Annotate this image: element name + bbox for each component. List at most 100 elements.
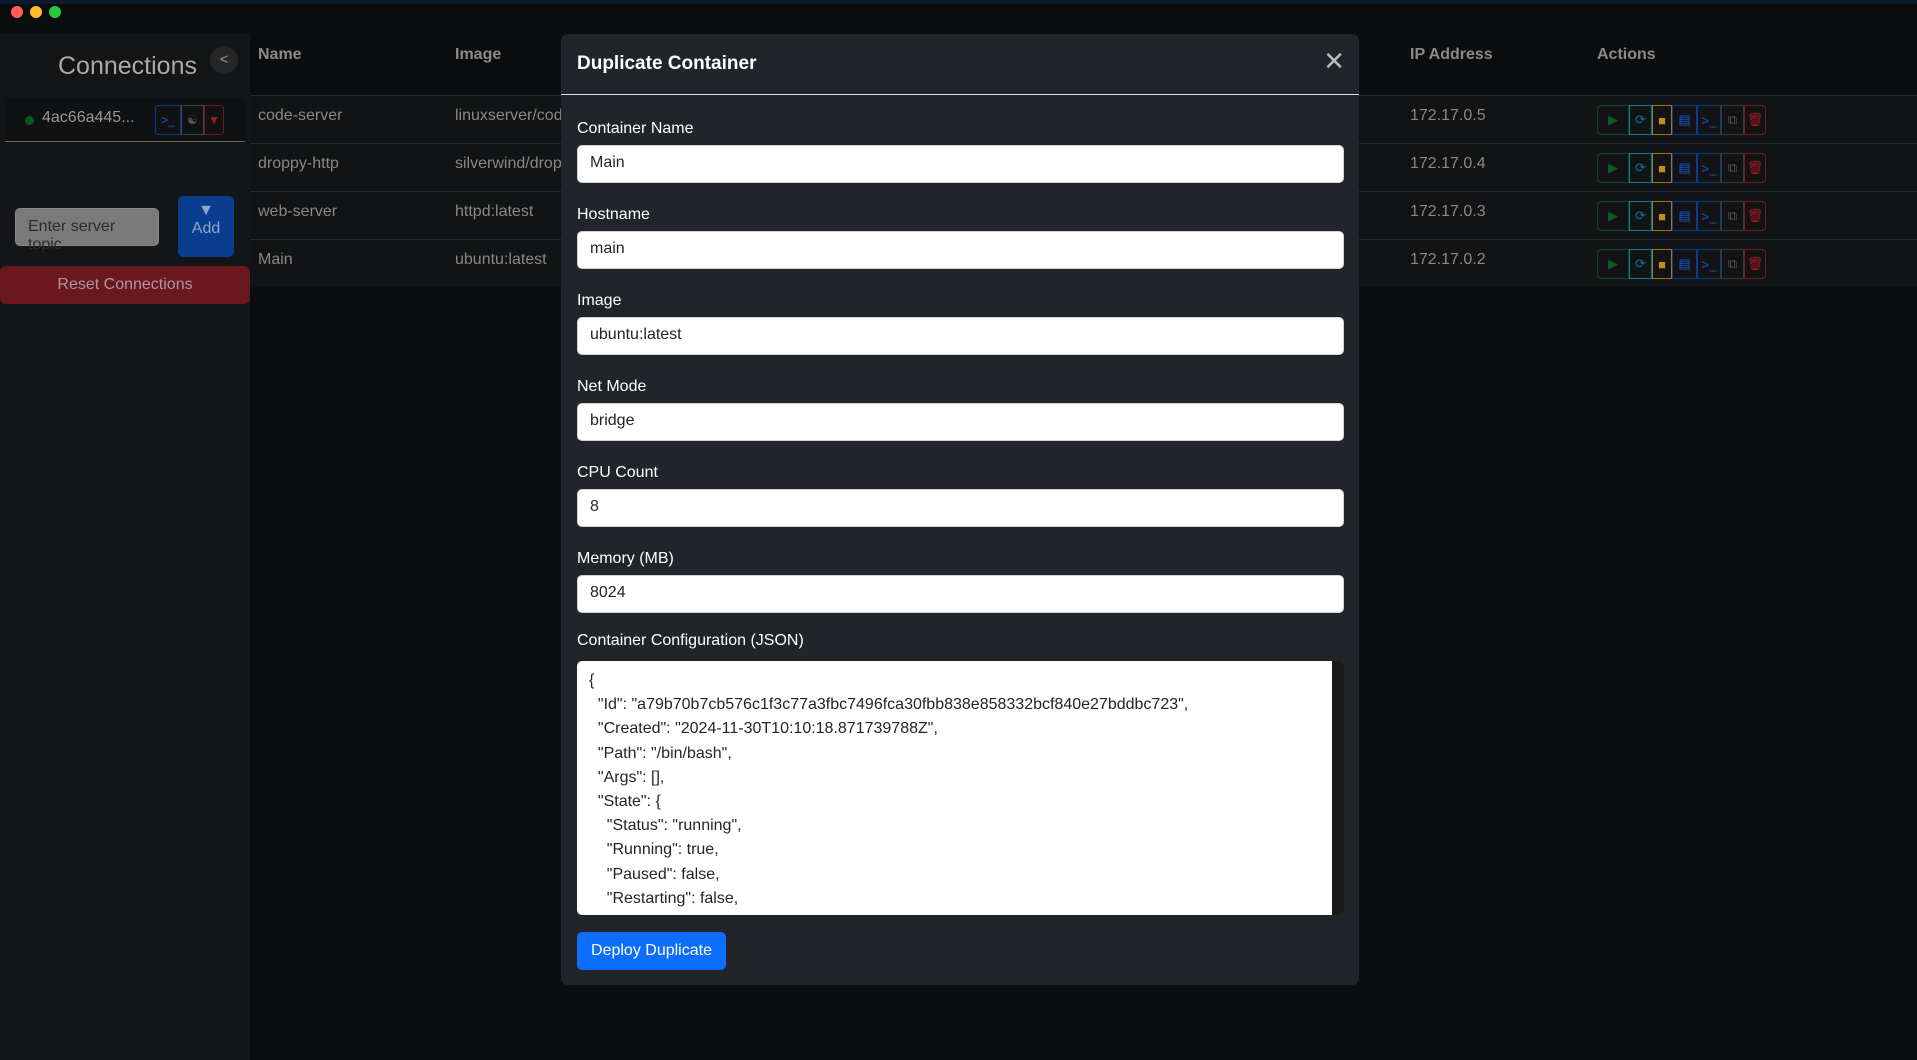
field-label: Image <box>577 292 622 309</box>
play-icon: ▶ <box>1608 160 1618 175</box>
trash-icon: 🗑 <box>1746 208 1764 223</box>
add-button[interactable]: ▼ Add <box>178 196 234 257</box>
duplicate-icon: ⧉ <box>1727 208 1738 223</box>
duplicate-icon: ⧉ <box>1727 112 1738 127</box>
duplicate-button[interactable]: ⧉ <box>1721 249 1744 279</box>
logs-button[interactable]: ▤ <box>1672 105 1697 135</box>
close-window-button[interactable] <box>11 6 23 18</box>
delete-button[interactable]: 🗑 <box>1744 153 1766 183</box>
play-icon: ▶ <box>1608 208 1618 223</box>
delete-button[interactable]: 🗑 <box>1744 201 1766 231</box>
terminal-button[interactable]: >_ <box>1697 249 1721 279</box>
deploy-duplicate-button[interactable]: Deploy Duplicate <box>577 932 726 970</box>
restart-icon: ⟳ <box>1635 208 1646 223</box>
header-ip[interactable]: IP Address <box>1410 46 1493 64</box>
play-icon: ▶ <box>1608 256 1618 271</box>
cluster-icon[interactable]: ☯ <box>181 105 204 135</box>
terminal-icon: >_ <box>1701 160 1717 176</box>
header-name[interactable]: Name <box>258 46 302 64</box>
add-label: Add <box>191 220 221 237</box>
stop-button[interactable]: ■ <box>1652 105 1672 135</box>
cell-ip: 172.17.0.5 <box>1410 107 1486 124</box>
stop-icon: ■ <box>1658 256 1666 272</box>
field-input[interactable]: main <box>577 231 1344 269</box>
duplicate-icon: ⧉ <box>1727 256 1738 271</box>
field-input[interactable]: bridge <box>577 403 1344 441</box>
header-image[interactable]: Image <box>455 46 501 64</box>
logs-icon: ▤ <box>1678 256 1691 271</box>
duplicate-button[interactable]: ⧉ <box>1721 201 1744 231</box>
stop-icon: ■ <box>1658 112 1666 128</box>
duplicate-button[interactable]: ⧉ <box>1721 105 1744 135</box>
minimize-window-button[interactable] <box>30 6 42 18</box>
start-button[interactable]: ▶ <box>1597 153 1629 183</box>
field-input[interactable]: 8 <box>577 489 1344 527</box>
cell-image: ubuntu:latest <box>455 251 547 268</box>
sidebar: Connections < 4ac66a445... >_ ☯ ▼ Enter … <box>0 34 250 1060</box>
close-icon[interactable]: ✕ <box>1323 48 1345 74</box>
field-input[interactable]: ubuntu:latest <box>577 317 1344 355</box>
logs-button[interactable]: ▤ <box>1672 153 1697 183</box>
status-dot <box>25 116 34 125</box>
restart-button[interactable]: ⟳ <box>1629 201 1652 231</box>
delete-button[interactable]: 🗑 <box>1744 249 1766 279</box>
field-input[interactable]: Main <box>577 145 1344 183</box>
logs-icon: ▤ <box>1678 208 1691 223</box>
server-topic-input[interactable]: Enter server topic <box>15 208 159 253</box>
cell-name: code-server <box>258 107 343 124</box>
trash-icon: 🗑 <box>1746 256 1764 271</box>
stop-icon: ■ <box>1658 208 1666 224</box>
stop-button[interactable]: ■ <box>1652 201 1672 231</box>
terminal-icon: >_ <box>1701 112 1717 128</box>
restart-icon: ⟳ <box>1635 112 1646 127</box>
terminal-button[interactable]: >_ <box>1697 201 1721 231</box>
config-json-textarea[interactable]: { "Id": "a79b70b7cb576c1f3c77a3fbc7496fc… <box>577 661 1344 915</box>
terminal-button[interactable]: >_ <box>1697 153 1721 183</box>
cell-ip: 172.17.0.4 <box>1410 155 1486 172</box>
window-controls <box>11 6 61 18</box>
cell-name: droppy-http <box>258 155 339 172</box>
start-button[interactable]: ▶ <box>1597 105 1629 135</box>
play-icon: ▶ <box>1608 112 1618 127</box>
terminal-icon[interactable]: >_ <box>155 105 181 135</box>
stop-button[interactable]: ■ <box>1652 153 1672 183</box>
field-label: Memory (MB) <box>577 550 674 567</box>
logs-button[interactable]: ▤ <box>1672 249 1697 279</box>
top-edge <box>0 0 1917 4</box>
cell-name: web-server <box>258 203 338 220</box>
disconnect-plug-icon[interactable]: ▼ <box>204 105 224 135</box>
field-label: Hostname <box>577 206 650 223</box>
field-label: Net Mode <box>577 378 647 395</box>
modal-title: Duplicate Container <box>577 53 757 74</box>
duplicate-button[interactable]: ⧉ <box>1721 153 1744 183</box>
cell-ip: 172.17.0.3 <box>1410 203 1486 220</box>
stop-button[interactable]: ■ <box>1652 249 1672 279</box>
start-button[interactable]: ▶ <box>1597 249 1629 279</box>
connection-item[interactable]: 4ac66a445... >_ ☯ ▼ <box>5 98 245 142</box>
duplicate-icon: ⧉ <box>1727 160 1738 175</box>
header-actions: Actions <box>1597 46 1656 63</box>
connection-name: 4ac66a445... <box>42 109 135 126</box>
restart-icon: ⟳ <box>1635 256 1646 271</box>
terminal-button[interactable]: >_ <box>1697 105 1721 135</box>
terminal-icon: >_ <box>1701 256 1717 272</box>
logs-icon: ▤ <box>1678 160 1691 175</box>
logs-button[interactable]: ▤ <box>1672 201 1697 231</box>
terminal-icon: >_ <box>1701 208 1717 224</box>
delete-button[interactable]: 🗑 <box>1744 105 1766 135</box>
cell-image: httpd:latest <box>455 203 534 220</box>
restart-icon: ⟳ <box>1635 160 1646 175</box>
start-button[interactable]: ▶ <box>1597 201 1629 231</box>
trash-icon: 🗑 <box>1746 112 1764 127</box>
reset-connections-button[interactable]: Reset Connections <box>0 266 250 304</box>
sidebar-title: Connections <box>58 52 197 80</box>
maximize-window-button[interactable] <box>49 6 61 18</box>
restart-button[interactable]: ⟳ <box>1629 105 1652 135</box>
stop-icon: ■ <box>1658 160 1666 176</box>
trash-icon: 🗑 <box>1746 160 1764 175</box>
cell-name: Main <box>258 251 293 268</box>
collapse-sidebar-button[interactable]: < <box>210 46 238 74</box>
field-input[interactable]: 8024 <box>577 575 1344 613</box>
restart-button[interactable]: ⟳ <box>1629 153 1652 183</box>
restart-button[interactable]: ⟳ <box>1629 249 1652 279</box>
